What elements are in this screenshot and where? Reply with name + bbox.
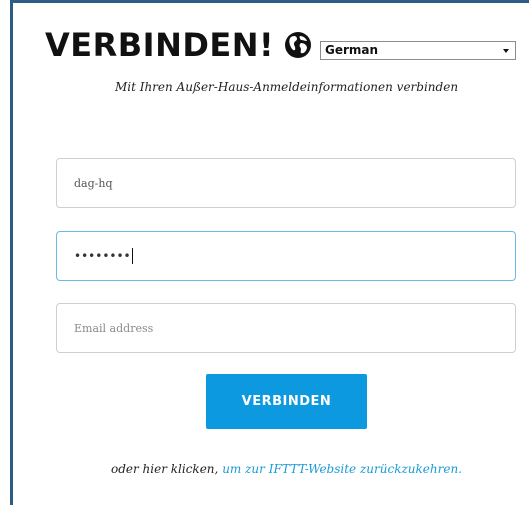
subtitle: Mit Ihren Außer-Haus-Anmeldeinformatione… (114, 80, 459, 94)
return-to-ifttt-link[interactable]: um zur IFTTT-Website zurückzukehren. (222, 462, 462, 476)
language-select-value: German (325, 43, 379, 57)
login-panel: VERBINDEN! German Mit Ihren Außer-Haus-A… (10, 0, 529, 505)
username-field[interactable]: dag-hq (56, 158, 516, 208)
chevron-down-icon (503, 49, 509, 53)
page-title: VERBINDEN! (45, 26, 275, 64)
password-field[interactable]: •••••••• (56, 231, 516, 281)
footer-text: oder hier klicken, um zur IFTTT-Website … (45, 459, 528, 479)
connect-button[interactable]: VERBINDEN (206, 374, 367, 429)
footer-prefix: oder hier klicken, (110, 462, 219, 476)
language-select[interactable]: German (320, 41, 516, 60)
password-masked-value: •••••••• (74, 249, 131, 263)
globe-icon (285, 32, 311, 58)
email-field[interactable]: Email address (56, 303, 516, 353)
email-placeholder: Email address (74, 321, 154, 335)
username-value: dag-hq (74, 176, 113, 190)
text-cursor (131, 248, 133, 264)
